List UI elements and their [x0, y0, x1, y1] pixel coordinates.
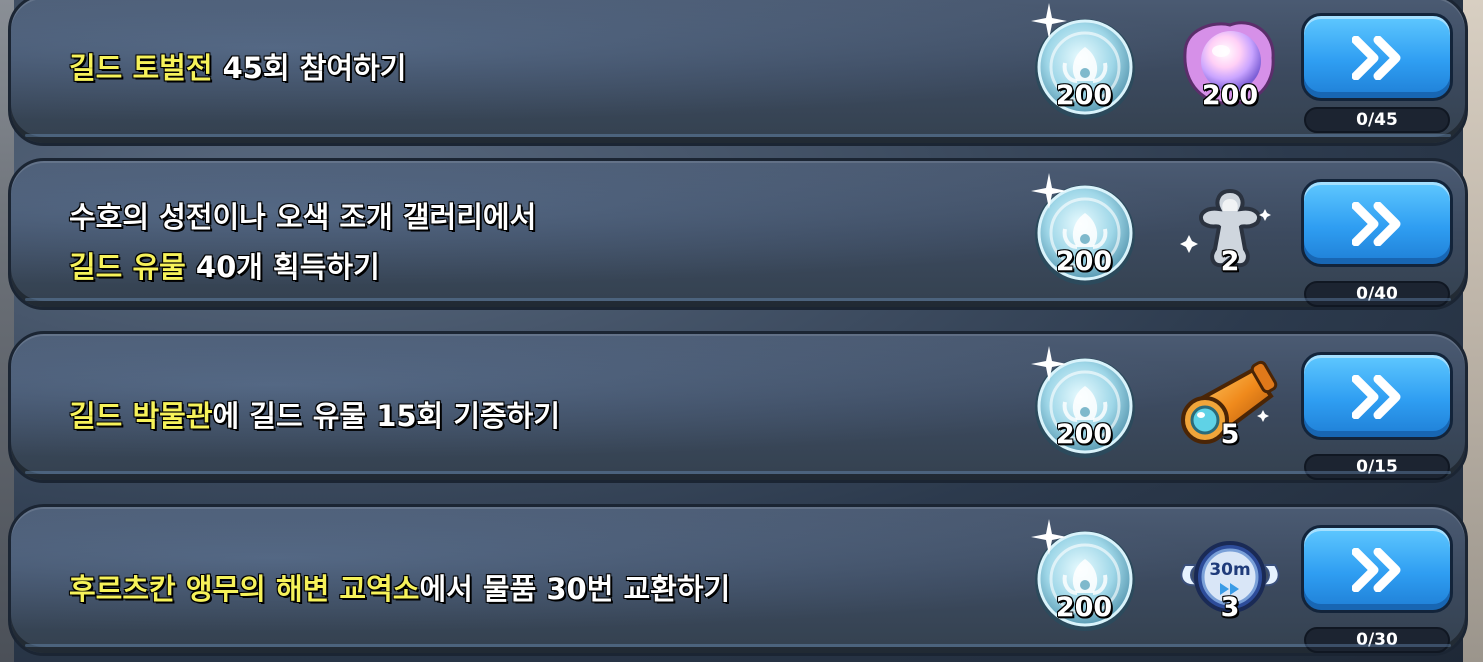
- sparkle-icon: [1031, 346, 1067, 382]
- quest-highlight-text: 길드 박물관: [69, 399, 213, 433]
- sparkle-icon: [1031, 3, 1067, 39]
- quest-description-line1: 수호의 성전이나 오색 조개 갤러리에서: [69, 200, 537, 234]
- speedup-label: 30m: [1209, 560, 1250, 580]
- reward-count: 2: [1220, 246, 1240, 277]
- reward-silver-cookie-cutter: 2: [1175, 179, 1285, 289]
- go-button[interactable]: [1301, 352, 1453, 440]
- reward-speedup-30m: 30m 3: [1175, 525, 1285, 635]
- quest-description: 길드 박물관에 길드 유물 15회 기증하기: [69, 390, 560, 442]
- quest-description: 길드 유물 40개 획득하기: [69, 241, 380, 293]
- reward-count: 5: [1220, 419, 1240, 450]
- reward-count: 200: [1201, 80, 1259, 111]
- quest-text: 40개 획득하기: [185, 250, 380, 284]
- quest-row-3: 길드 박물관에 길드 유물 15회 기증하기 200 5 0/15: [8, 331, 1468, 483]
- reward-count: 200: [1055, 592, 1113, 623]
- reward-count: 200: [1055, 80, 1113, 111]
- quest-highlight-text: 길드 유물: [69, 250, 186, 284]
- quest-description: 후르츠칸 앵무의 해변 교역소에서 물품 30번 교환하기: [69, 563, 730, 615]
- reward-count: 3: [1220, 592, 1240, 623]
- go-button[interactable]: [1301, 179, 1453, 267]
- quest-row-4: 후르츠칸 앵무의 해변 교역소에서 물품 30번 교환하기 200 30m 3 …: [8, 504, 1468, 656]
- progress-counter: 0/45: [1304, 107, 1450, 133]
- reward-count: 200: [1055, 246, 1113, 277]
- sparkle-icon: [1031, 173, 1067, 209]
- reward-golden-spyglass: 5: [1175, 352, 1285, 462]
- go-button[interactable]: [1301, 13, 1453, 101]
- sparkle-icon: [1031, 519, 1067, 555]
- reward-count: 200: [1055, 419, 1113, 450]
- double-chevron-right-icon: [1352, 202, 1401, 246]
- quest-highlight-text: 길드 토벌전: [69, 51, 213, 85]
- quest-description: 길드 토벌전 45회 참여하기: [69, 42, 406, 94]
- progress-counter: 0/30: [1304, 627, 1450, 653]
- double-chevron-right-icon: [1352, 548, 1401, 592]
- quest-text: 45회 참여하기: [212, 51, 407, 85]
- quest-text: 에서 물품 30번 교환하기: [419, 572, 731, 606]
- quest-row-2: 수호의 성전이나 오색 조개 갤러리에서 길드 유물 40개 획득하기 200: [8, 158, 1468, 310]
- progress-counter: 0/40: [1304, 281, 1450, 307]
- go-button[interactable]: [1301, 525, 1453, 613]
- guild-quest-list: 길드 토벌전 45회 참여하기 200 200 0/45 수호의 성전이나 오색…: [0, 0, 1483, 662]
- quest-text: 에 길드 유물 15회 기증하기: [212, 399, 561, 433]
- progress-counter: 0/15: [1304, 454, 1450, 480]
- quest-highlight-text: 후르츠칸 앵무의 해변 교역소: [69, 572, 420, 606]
- double-chevron-right-icon: [1352, 36, 1401, 80]
- quest-row-1: 길드 토벌전 45회 참여하기 200 200 0/45: [8, 0, 1468, 146]
- reward-rainbow-pearl: 200: [1175, 13, 1285, 123]
- double-chevron-right-icon: [1352, 375, 1401, 419]
